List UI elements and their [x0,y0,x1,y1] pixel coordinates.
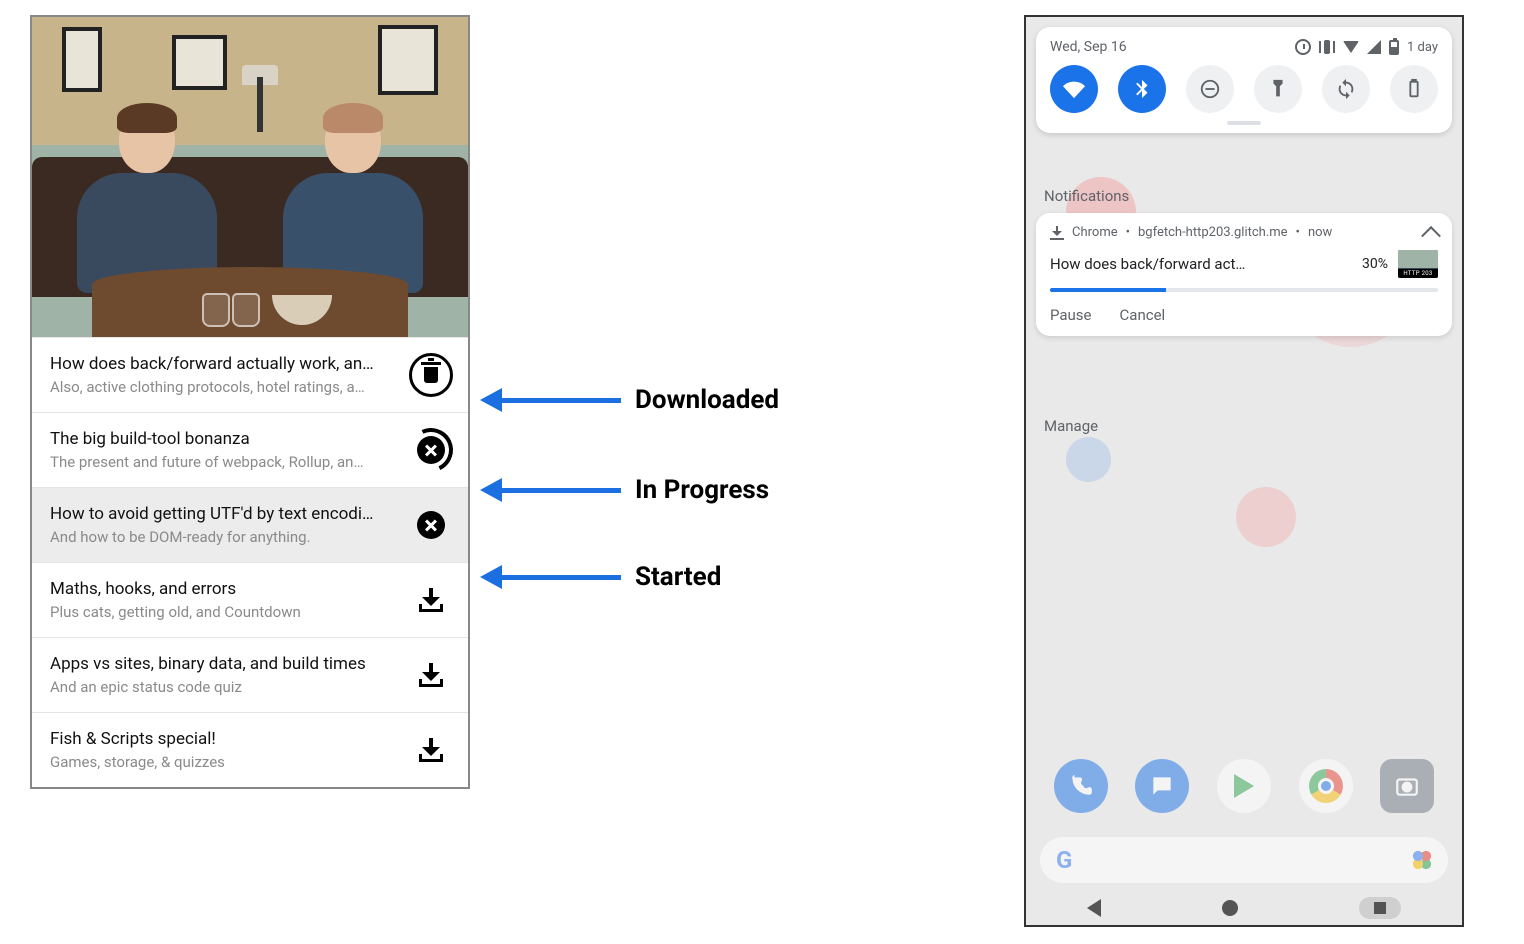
home-dock [1040,747,1448,825]
notification-thumbnail: HTTP 203 [1398,250,1438,278]
nav-home-button[interactable] [1222,900,1238,916]
nav-recent-button[interactable] [1359,897,1401,919]
assistant-icon [1412,850,1432,870]
battery-icon [1389,40,1399,55]
arrow-line [501,575,621,580]
cancel-icon [417,511,445,539]
cancel-download-button[interactable] [408,427,454,473]
episode-item[interactable]: Apps vs sites, binary data, and build ti… [32,637,468,712]
notification-progress-fill [1050,288,1166,292]
download-notification[interactable]: Chrome • bgfetch-http203.glitch.me • now… [1036,213,1452,336]
system-nav-bar [1026,891,1462,925]
notification-app: Chrome [1072,225,1118,240]
episode-title: Fish & Scripts special! [50,729,398,749]
status-date: Wed, Sep 16 [1050,39,1127,55]
annotation-downloaded: Downloaded [480,385,779,415]
notifications-header: Notifications [1044,187,1444,205]
episode-subtitle: The present and future of webpack, Rollu… [50,453,398,471]
shade-drag-handle[interactable] [1227,121,1261,125]
hero-thumbnail [32,17,468,337]
app-phone-frame: How does back/forward actually work, an…… [30,15,470,789]
cancel-download-button[interactable] [408,502,454,548]
google-g-icon: G [1056,846,1072,874]
download-button[interactable] [408,727,454,773]
wifi-icon [1343,41,1359,53]
episode-title: The big build-tool bonanza [50,429,398,449]
notification-cancel-button[interactable]: Cancel [1120,306,1166,324]
cancel-icon [417,436,445,464]
qs-dnd-toggle[interactable] [1186,65,1234,113]
episode-subtitle: And an epic status code quiz [50,678,398,696]
qs-wifi-toggle[interactable] [1050,65,1098,113]
annotation-started: Started [480,562,721,592]
qs-battery-saver-toggle[interactable] [1390,65,1438,113]
episode-title: How to avoid getting UTF'd by text encod… [50,504,398,524]
download-mini-icon [1050,226,1064,240]
status-icons: 1 day [1295,39,1438,55]
notification-pause-button[interactable]: Pause [1050,306,1092,324]
annotation-in-progress: In Progress [480,475,769,505]
annotation-label: In Progress [635,475,769,505]
notification-origin: bgfetch-http203.glitch.me [1138,225,1288,240]
episode-subtitle: And how to be DOM-ready for anything. [50,528,398,546]
episode-subtitle: Plus cats, getting old, and Countdown [50,603,398,621]
episode-item[interactable]: Maths, hooks, and errors Plus cats, gett… [32,562,468,637]
annotation-label: Downloaded [635,385,779,415]
chevron-up-icon[interactable] [1421,225,1441,245]
camera-app-icon[interactable] [1380,759,1434,813]
signal-icon [1367,40,1381,54]
manage-notifications-button[interactable]: Manage [1044,417,1098,435]
download-icon [419,663,443,687]
chrome-app-icon[interactable] [1299,759,1353,813]
qs-bluetooth-toggle[interactable] [1118,65,1166,113]
episode-list: How does back/forward actually work, an…… [32,337,468,787]
episode-title: Maths, hooks, and errors [50,579,398,599]
episode-item[interactable]: Fish & Scripts special! Games, storage, … [32,712,468,787]
arrow-icon [480,478,502,502]
messages-app-icon[interactable] [1135,759,1189,813]
arrow-line [501,398,621,403]
phone-app-icon[interactable] [1054,759,1108,813]
download-icon [419,588,443,612]
battery-label: 1 day [1407,40,1438,55]
vibrate-icon [1319,39,1335,55]
play-store-app-icon[interactable] [1217,759,1271,813]
download-icon [419,738,443,762]
quick-settings-panel: Wed, Sep 16 1 day [1036,27,1452,133]
notification-time: now [1308,225,1332,240]
arrow-icon [480,388,502,412]
download-button[interactable] [408,652,454,698]
nav-back-button[interactable] [1087,899,1101,917]
trash-icon [409,353,453,397]
annotation-label: Started [635,562,721,592]
delete-download-button[interactable] [408,352,454,398]
alarm-icon [1295,39,1311,55]
qs-flashlight-toggle[interactable] [1254,65,1302,113]
arrow-line [501,488,621,493]
notification-title: How does back/forward act… [1050,255,1352,273]
home-search-bar[interactable]: G [1040,837,1448,883]
episode-item[interactable]: How to avoid getting UTF'd by text encod… [32,487,468,562]
episode-title: Apps vs sites, binary data, and build ti… [50,654,398,674]
arrow-icon [480,565,502,589]
download-button[interactable] [408,577,454,623]
episode-subtitle: Also, active clothing protocols, hotel r… [50,378,398,396]
episode-title: How does back/forward actually work, an… [50,354,398,374]
episode-item[interactable]: How does back/forward actually work, an…… [32,337,468,412]
notification-progress [1050,288,1438,292]
thumbnail-caption: HTTP 203 [1398,269,1438,278]
android-phone-frame: G Wed, Sep 16 1 day [1024,15,1464,927]
qs-autorotate-toggle[interactable] [1322,65,1370,113]
episode-subtitle: Games, storage, & quizzes [50,753,398,771]
episode-item[interactable]: The big build-tool bonanza The present a… [32,412,468,487]
notification-percent: 30% [1362,256,1388,272]
